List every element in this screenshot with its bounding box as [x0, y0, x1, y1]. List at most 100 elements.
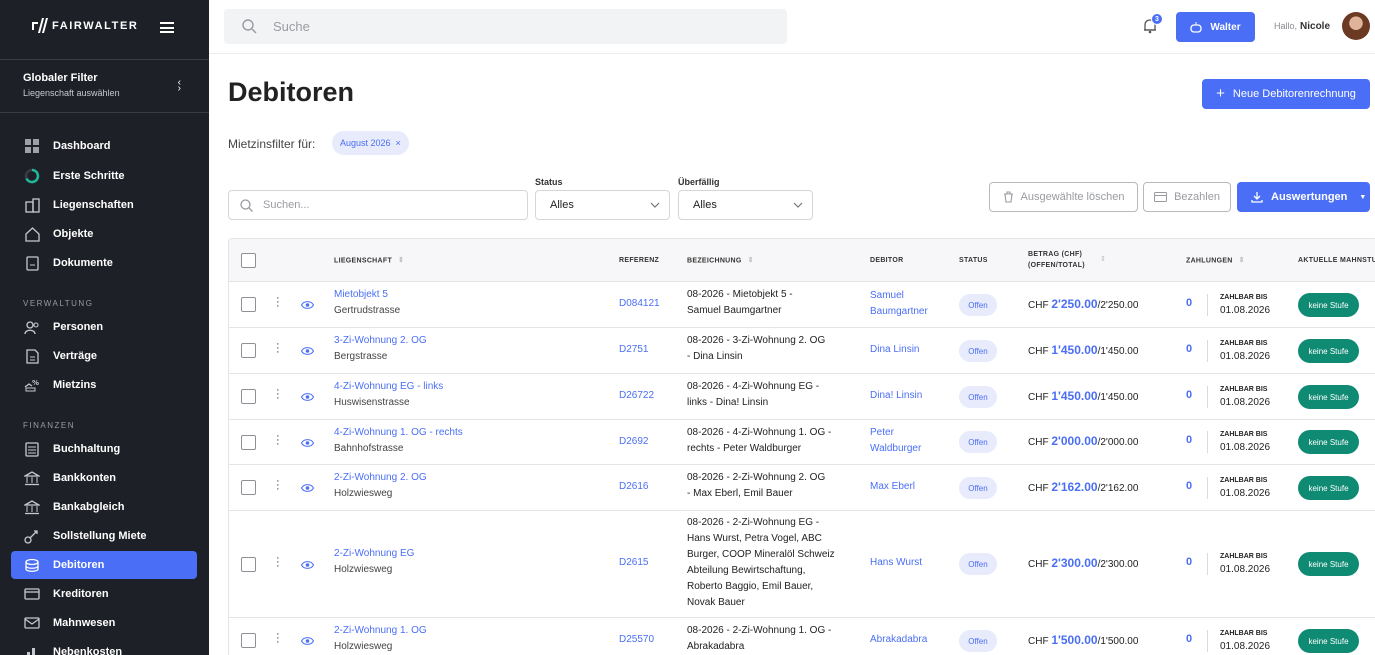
overdue-select[interactable]: Alles: [678, 190, 813, 220]
header-betrag[interactable]: BETRAG (CHF) (OFFEN/TOTAL): [1028, 249, 1085, 271]
global-search-input[interactable]: Suche: [224, 9, 787, 44]
sidebar-item-bankabgleich[interactable]: Bankabgleich: [11, 493, 197, 521]
objekt-link[interactable]: 2-Zi-Wohnung EG: [334, 546, 414, 562]
header-bezeichnung[interactable]: BEZEICHNUNG ⇕: [687, 255, 754, 266]
sidebar-item-objekte[interactable]: Objekte: [11, 220, 197, 248]
referenz-link[interactable]: D2692: [619, 434, 648, 450]
sidebar-item-mietzins[interactable]: % Mietzins: [11, 371, 197, 399]
referenz-link[interactable]: D2615: [619, 555, 648, 571]
sidebar-item-bankkonten[interactable]: Bankkonten: [11, 464, 197, 492]
row-checkbox[interactable]: [241, 435, 256, 450]
table-row[interactable]: · · · 2-Zi-Wohnung EG Holzwiesweg D2615 08-…: [229, 511, 1375, 618]
more-options-icon[interactable]: · · ·: [276, 553, 280, 572]
zahlungen-count[interactable]: 0: [1186, 556, 1192, 568]
row-checkbox[interactable]: [241, 557, 256, 572]
sort-icon[interactable]: ⇕: [1100, 255, 1106, 263]
delete-selected-button[interactable]: Ausgewählte löschen: [989, 182, 1138, 212]
zahlungen-count[interactable]: 0: [1186, 343, 1192, 355]
eye-icon[interactable]: [301, 483, 314, 493]
table-row[interactable]: · · · Mietobjekt 5 Gertrudstrasse D084121 0…: [229, 282, 1375, 328]
zahlungen-count[interactable]: 0: [1186, 434, 1192, 446]
objekt-link[interactable]: 2-Zi-Wohnung 2. OG: [334, 470, 427, 486]
eye-icon[interactable]: [301, 300, 314, 310]
sidebar-item-personen[interactable]: Personen: [11, 313, 197, 341]
menu-icon[interactable]: [160, 22, 174, 33]
row-checkbox[interactable]: [241, 297, 256, 312]
row-checkbox[interactable]: [241, 633, 256, 648]
referenz-link[interactable]: D2751: [619, 342, 648, 358]
eye-icon[interactable]: [301, 560, 314, 570]
new-invoice-button[interactable]: + Neue Debitorenrechnung: [1202, 79, 1370, 109]
referenz-link[interactable]: D084121: [619, 296, 660, 312]
more-options-icon[interactable]: · · ·: [276, 629, 280, 648]
objekt-link[interactable]: 3-Zi-Wohnung 2. OG: [334, 333, 427, 349]
debitor-link[interactable]: Samuel Baumgartner: [870, 288, 928, 320]
sidebar-item-mahnwesen[interactable]: Mahnwesen: [11, 609, 197, 637]
table-row[interactable]: · · · 2-Zi-Wohnung 2. OG Holzwiesweg D2616 …: [229, 465, 1375, 511]
more-options-icon[interactable]: · · ·: [276, 431, 280, 450]
objekt-link[interactable]: 2-Zi-Wohnung 1. OG: [334, 623, 427, 639]
table-search-input[interactable]: Suchen...: [228, 190, 528, 220]
reports-button[interactable]: Auswertungen ▼: [1237, 182, 1370, 212]
header-zahlungen[interactable]: ZAHLUNGEN ⇕: [1186, 255, 1245, 266]
status-select[interactable]: Alles: [535, 190, 670, 220]
debitor-link[interactable]: Dina Linsin: [870, 342, 919, 358]
mietzins-filter-chip[interactable]: August 2026 ×: [332, 131, 409, 155]
pay-button[interactable]: Bezahlen: [1143, 182, 1231, 212]
sidebar-item-vertraege[interactable]: Verträge: [11, 342, 197, 370]
fairwalter-logo[interactable]: FAIRWALTER: [32, 18, 138, 33]
close-icon[interactable]: ×: [396, 138, 401, 148]
eye-icon[interactable]: [301, 346, 314, 356]
sidebar-item-kreditoren[interactable]: Kreditoren: [11, 580, 197, 608]
select-all-checkbox[interactable]: [241, 253, 256, 268]
referenz-link[interactable]: D2616: [619, 479, 648, 495]
zahlungen-count[interactable]: 0: [1186, 480, 1192, 492]
objekt-link[interactable]: Mietobjekt 5: [334, 287, 400, 303]
table-row[interactable]: · · · 3-Zi-Wohnung 2. OG Bergstrasse D2751 …: [229, 328, 1375, 374]
zahlungen-count[interactable]: 0: [1186, 633, 1192, 645]
debitor-link[interactable]: Dina! Linsin: [870, 388, 922, 404]
more-options-icon[interactable]: · · ·: [276, 385, 280, 404]
sidebar-item-liegenschaften[interactable]: Liegenschaften: [11, 191, 197, 219]
sidebar-item-dashboard[interactable]: Dashboard: [11, 132, 197, 160]
row-checkbox[interactable]: [241, 343, 256, 358]
sidebar-item-dokumente[interactable]: Dokumente: [11, 249, 197, 277]
table-row[interactable]: · · · 4-Zi-Wohnung EG - links Huswisenstras…: [229, 374, 1375, 420]
sidebar-item-sollstellung-miete[interactable]: Sollstellung Miete: [11, 522, 197, 550]
more-options-icon[interactable]: · · ·: [276, 476, 280, 495]
referenz-link[interactable]: D25570: [619, 632, 654, 648]
avatar[interactable]: [1342, 12, 1370, 40]
objekt-link[interactable]: 4-Zi-Wohnung EG - links: [334, 379, 443, 395]
mahnstufe-badge: keine Stufe: [1298, 552, 1359, 576]
more-options-icon[interactable]: · · ·: [276, 293, 280, 312]
walter-assistant-button[interactable]: Walter: [1176, 12, 1255, 42]
table-row[interactable]: · · · 2-Zi-Wohnung 1. OG Holzwiesweg D25570…: [229, 618, 1375, 655]
objekt-link[interactable]: 4-Zi-Wohnung 1. OG - rechts: [334, 425, 463, 441]
referenz-link[interactable]: D26722: [619, 388, 654, 404]
debitor-link[interactable]: Abrakadabra: [870, 632, 927, 648]
debitor-line: Baumgartner: [870, 306, 928, 317]
eye-icon[interactable]: [301, 438, 314, 448]
sidebar-item-erste-schritte[interactable]: Erste Schritte: [11, 162, 197, 190]
mail-icon: [23, 615, 41, 631]
caret-down-icon: ▼: [1359, 193, 1367, 201]
zahlungen-count[interactable]: 0: [1186, 389, 1192, 401]
zahlungen-count[interactable]: 0: [1186, 297, 1192, 309]
global-filter[interactable]: Globaler Filter Liegenschaft auswählen ‹…: [0, 59, 209, 113]
debitor-link[interactable]: Hans Wurst: [870, 555, 922, 571]
debitor-link[interactable]: Max Eberl: [870, 479, 915, 495]
table-row[interactable]: · · · 4-Zi-Wohnung 1. OG - rechts Bahnhofst…: [229, 420, 1375, 465]
eye-icon[interactable]: [301, 392, 314, 402]
row-checkbox[interactable]: [241, 389, 256, 404]
sidebar-item-buchhaltung[interactable]: Buchhaltung: [11, 435, 197, 463]
header-liegenschaft[interactable]: LIEGENSCHAFT ⇕: [334, 255, 404, 266]
row-checkbox[interactable]: [241, 480, 256, 495]
eye-icon[interactable]: [301, 636, 314, 646]
more-options-icon[interactable]: · · ·: [276, 339, 280, 358]
betrag-total: /2'000.00: [1097, 437, 1139, 448]
sidebar-item-nebenkosten[interactable]: Nebenkosten: [11, 638, 197, 655]
zahlbar-bis: ZAHLBAR BIS 01.08.2026: [1220, 428, 1270, 454]
sidebar-item-debitoren[interactable]: Debitoren: [11, 551, 197, 579]
zahlbar-bis: ZAHLBAR BIS 01.08.2026: [1220, 474, 1270, 500]
debitor-link[interactable]: Peter Waldburger: [870, 425, 921, 457]
